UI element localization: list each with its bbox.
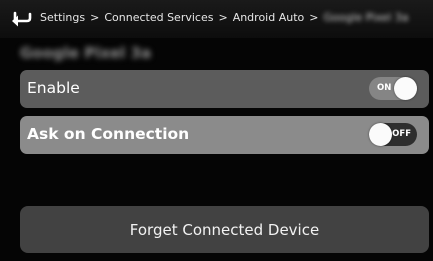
enable-row[interactable]: Enable ON	[20, 70, 429, 108]
ask-on-connection-row[interactable]: Ask on Connection OFF	[20, 116, 429, 154]
forget-device-label: Forget Connected Device	[129, 220, 320, 239]
back-button[interactable]	[12, 11, 32, 29]
breadcrumb-item-settings[interactable]: Settings	[40, 11, 85, 24]
back-arrow-icon	[12, 11, 32, 27]
ask-on-connection-toggle[interactable]: OFF	[369, 123, 417, 146]
toggle-knob	[369, 123, 392, 146]
breadcrumb-separator: >	[90, 11, 100, 24]
toggle-knob	[394, 77, 417, 100]
breadcrumb-separator: >	[309, 11, 319, 24]
header-bar: Settings > Connected Services > Android …	[0, 0, 433, 38]
enable-label: Enable	[27, 79, 80, 97]
forget-device-button[interactable]: Forget Connected Device	[20, 206, 429, 253]
breadcrumb-item-connected-services[interactable]: Connected Services	[104, 11, 213, 24]
breadcrumb: Settings > Connected Services > Android …	[40, 11, 408, 24]
breadcrumb-item-device: Google Pixel 3a	[323, 11, 409, 24]
page-title: Google Pixel 3a	[20, 44, 152, 62]
enable-toggle[interactable]: ON	[369, 77, 417, 100]
screen: Settings > Connected Services > Android …	[0, 0, 433, 261]
ask-on-connection-label: Ask on Connection	[27, 125, 190, 143]
breadcrumb-separator: >	[218, 11, 228, 24]
toggle-state-text: OFF	[392, 129, 411, 139]
breadcrumb-item-android-auto[interactable]: Android Auto	[233, 11, 305, 24]
toggle-state-text: ON	[377, 83, 392, 93]
